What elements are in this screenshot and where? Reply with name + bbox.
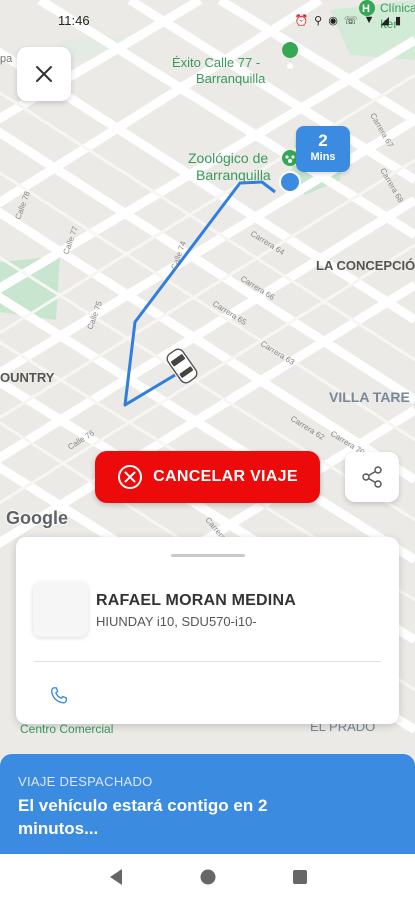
destination-marker	[279, 171, 301, 193]
status-bar: 11:46 ⏰ ⚲ ◉ ☏ ▼ ◢ ▮	[0, 0, 415, 40]
eta-value: 2	[318, 131, 328, 150]
recents-icon[interactable]	[292, 869, 308, 885]
close-button[interactable]	[17, 47, 71, 101]
phone-icon	[50, 687, 68, 704]
trip-message: El vehículo estará contigo en 2 minutos.…	[18, 796, 268, 838]
home-icon[interactable]	[199, 868, 217, 886]
drag-handle[interactable]	[171, 554, 245, 557]
map-label-villa: VILLA TARE	[329, 389, 410, 405]
status-time: 11:46	[58, 12, 90, 28]
map-label-zoo: Zoológico de	[188, 150, 268, 166]
eta-badge: 2 Mins	[296, 126, 350, 172]
vehicle-info: HIUNDAY i10, SDU570-i10-	[96, 614, 257, 629]
location-icon: ⚲	[314, 14, 323, 27]
status-icons: ⏰ ⚲ ◉ ☏ ▼ ◢ ▮	[294, 14, 401, 27]
eta-unit: Mins	[310, 151, 336, 163]
share-button[interactable]	[345, 452, 399, 502]
map-label-exito: Éxito Calle 77 -	[172, 55, 260, 70]
battery-icon: ▮	[394, 14, 401, 27]
signal-icon: ◢	[380, 14, 389, 27]
map-label-zoo-2: Barranquilla	[196, 167, 271, 183]
driver-card: RAFAEL MORAN MEDINA HIUNDAY i10, SDU570-…	[16, 537, 399, 724]
call-driver-button[interactable]	[48, 685, 70, 707]
share-icon	[362, 466, 382, 488]
google-logo: Google	[6, 508, 68, 528]
eye-icon: ◉	[328, 14, 338, 27]
divider	[34, 661, 381, 662]
back-icon[interactable]	[108, 868, 124, 886]
driver-photo	[33, 582, 88, 637]
close-icon	[36, 66, 52, 82]
wifi-icon: ▼	[363, 14, 375, 26]
map-label-pa: pa	[0, 53, 13, 65]
driver-name: RAFAEL MORAN MEDINA	[96, 592, 296, 609]
map-label-exito-2: Barranquilla	[196, 71, 266, 86]
map-label-centro: Centro Comercial	[20, 722, 113, 736]
map-label-country: OUNTRY	[0, 370, 55, 385]
cancel-trip-button[interactable]: CANCELAR VIAJE	[95, 451, 320, 503]
cancel-trip-label: CANCELAR VIAJE	[153, 468, 298, 485]
map-label-concepcion: LA CONCEPCIÓ	[316, 258, 415, 273]
android-nav-bar	[0, 854, 415, 900]
wifi-calling-icon: ☏	[343, 14, 358, 27]
alarm-icon: ⏰	[294, 14, 309, 27]
trip-status: VIAJE DESPACHADO	[18, 774, 153, 789]
cancel-circle-icon	[118, 465, 143, 489]
trip-status-panel: VIAJE DESPACHADO El vehículo estará cont…	[0, 754, 415, 854]
